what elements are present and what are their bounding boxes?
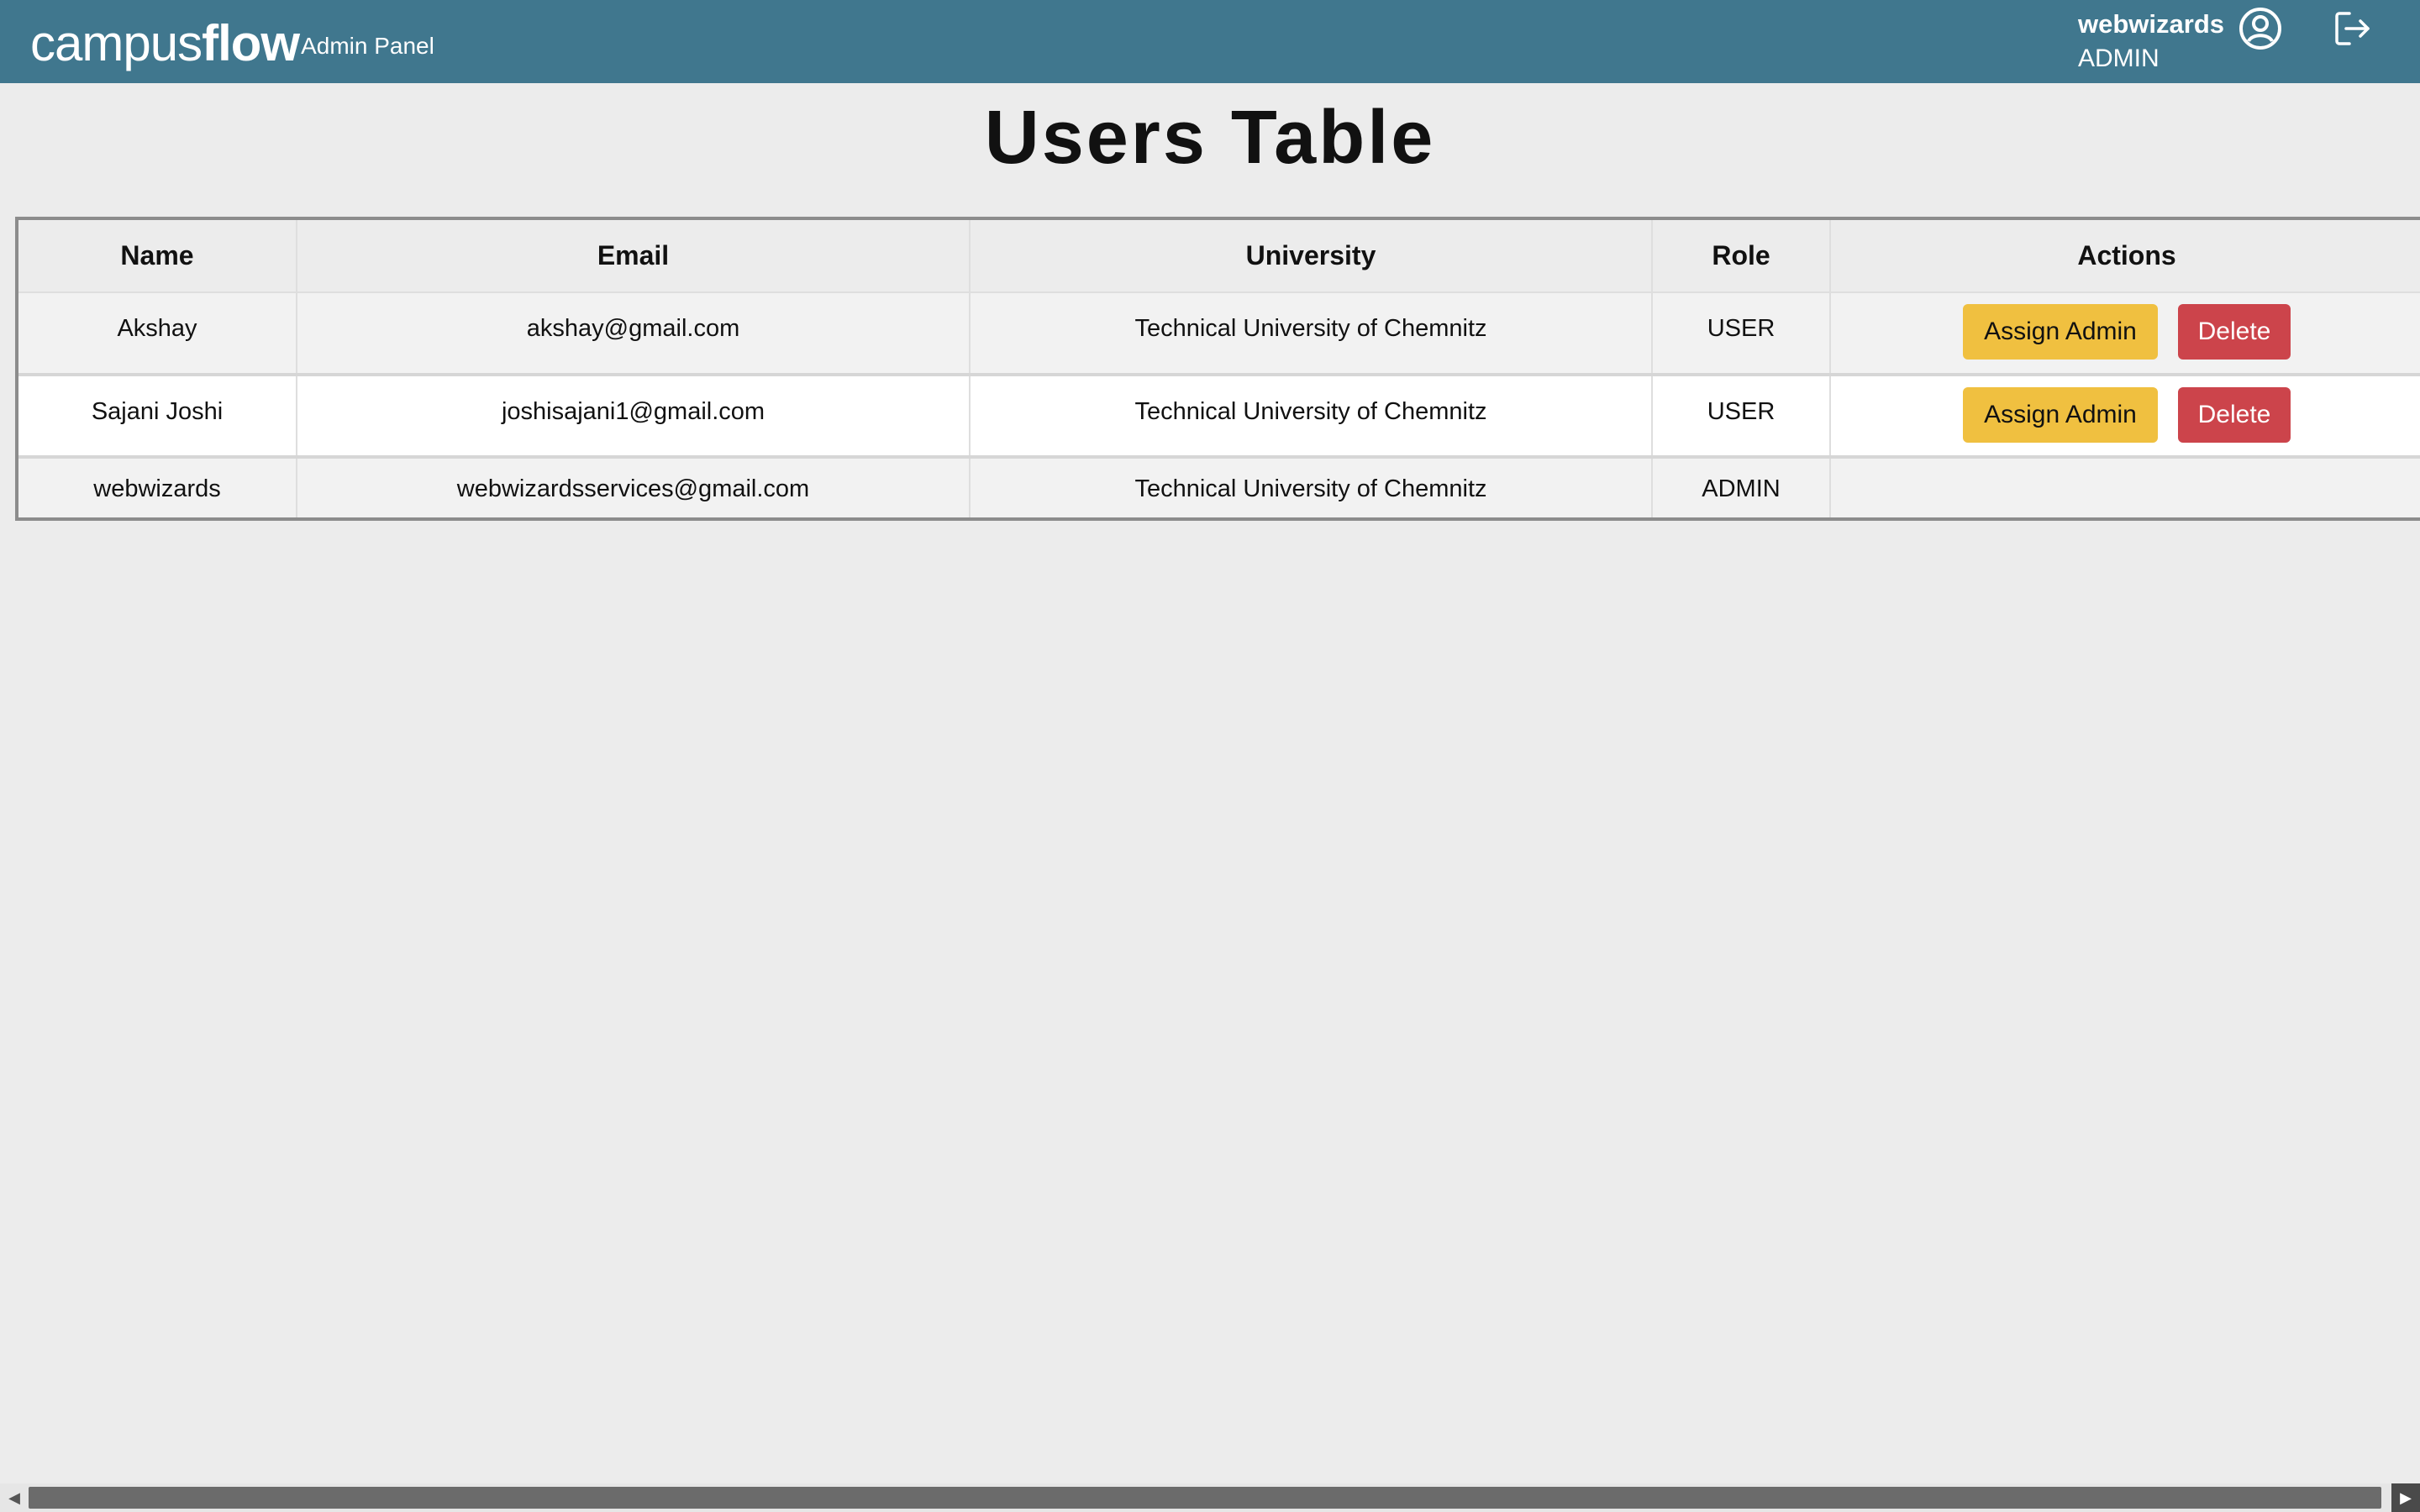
cell-name: Akshay — [18, 292, 297, 375]
current-user-name: webwizards — [2078, 9, 2224, 39]
users-table: Name Email University Role Actions Aksha… — [15, 217, 2420, 521]
horizontal-scrollbar[interactable]: ◀ ▶ — [0, 1483, 2420, 1512]
column-header-university: University — [970, 220, 1653, 293]
caret-right-icon[interactable]: ▶ — [2391, 1483, 2420, 1512]
cell-university: Technical University of Chemnitz — [970, 455, 1653, 517]
scrollbar-thumb[interactable] — [29, 1487, 2381, 1509]
table-row: Akshay akshay@gmail.com Technical Univer… — [18, 292, 2420, 375]
top-navbar: campus flow Admin Panel webwizards ADMIN — [0, 0, 2420, 83]
cell-university: Technical University of Chemnitz — [970, 292, 1653, 375]
brand-logo[interactable]: campus flow Admin Panel — [30, 10, 434, 77]
cell-email: joshisajani1@gmail.com — [297, 373, 971, 457]
cell-name: Sajani Joshi — [18, 373, 297, 457]
assign-admin-button[interactable]: Assign Admin — [1963, 387, 2158, 443]
column-header-email: Email — [297, 220, 971, 293]
current-user: webwizards ADMIN — [2078, 7, 2246, 76]
logout-icon[interactable] — [2328, 3, 2378, 54]
cell-email: akshay@gmail.com — [297, 292, 971, 375]
cell-actions — [1830, 455, 2420, 517]
cell-university: Technical University of Chemnitz — [970, 373, 1653, 457]
delete-user-button[interactable]: Delete — [2178, 387, 2291, 443]
cell-email: webwizardsservices@gmail.com — [297, 455, 971, 517]
user-circle-icon[interactable] — [2235, 3, 2286, 54]
current-user-role: ADMIN — [2078, 45, 2160, 72]
assign-admin-button[interactable]: Assign Admin — [1963, 304, 2158, 360]
cell-role: ADMIN — [1652, 455, 1831, 517]
brand-flow-text: flow — [202, 15, 300, 71]
brand-subtitle: Admin Panel — [301, 33, 434, 59]
page-title: Users Table — [984, 96, 1436, 180]
table-row: Sajani Joshi joshisajani1@gmail.com Tech… — [18, 373, 2420, 457]
table-row: webwizards webwizardsservices@gmail.com … — [18, 455, 2420, 517]
cell-role: USER — [1652, 292, 1831, 375]
caret-left-icon[interactable]: ◀ — [0, 1483, 29, 1512]
delete-user-button[interactable]: Delete — [2178, 304, 2291, 360]
cell-role: USER — [1652, 373, 1831, 457]
table-header-row: Name Email University Role Actions — [18, 220, 2420, 293]
brand-campus-text: campus — [30, 15, 203, 71]
column-header-name: Name — [18, 220, 297, 293]
column-header-role: Role — [1652, 220, 1831, 293]
cell-name: webwizards — [18, 455, 297, 517]
column-header-actions: Actions — [1830, 220, 2420, 293]
cell-actions: Assign Admin Delete — [1830, 373, 2420, 457]
cell-actions: Assign Admin Delete — [1830, 292, 2420, 375]
